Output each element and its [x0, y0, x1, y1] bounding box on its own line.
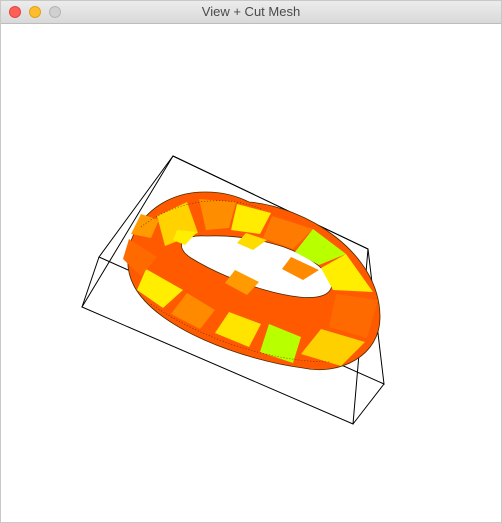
torus-mesh[interactable]: [123, 191, 381, 371]
box-edge: [352, 383, 385, 425]
3d-viewport[interactable]: [1, 24, 501, 522]
app-window: View + Cut Mesh: [0, 0, 502, 523]
title-bar[interactable]: View + Cut Mesh: [1, 1, 501, 24]
box-edge: [81, 256, 100, 308]
mesh-canvas[interactable]: [1, 24, 501, 522]
window-title: View + Cut Mesh: [201, 4, 301, 19]
